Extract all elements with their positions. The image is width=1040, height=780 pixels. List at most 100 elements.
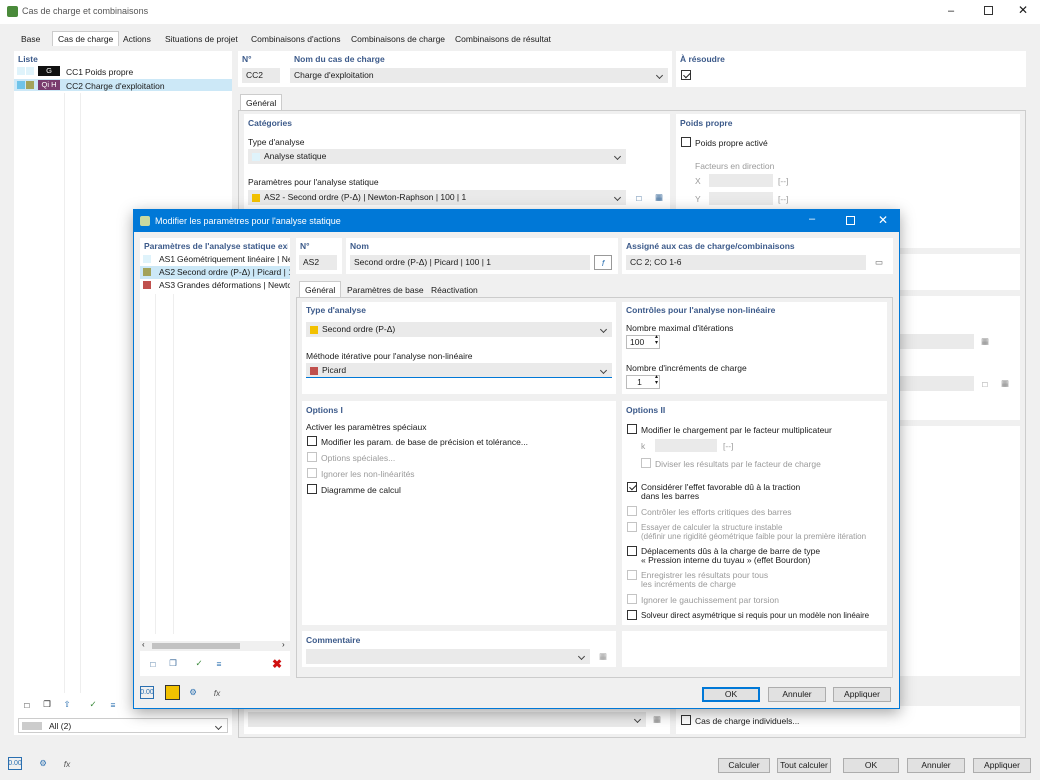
- individual-cases-checkbox[interactable]: [681, 715, 691, 725]
- horizontal-scrollbar[interactable]: ‹ ›: [140, 640, 290, 651]
- maximize-icon[interactable]: [984, 6, 993, 15]
- modify-precision-checkbox[interactable]: [307, 436, 317, 446]
- delete-icon[interactable]: ✖: [268, 656, 286, 671]
- dialog-close-icon[interactable]: ✕: [878, 213, 888, 227]
- modify-load-label: Modifier le chargement par le facteur mu…: [641, 425, 832, 435]
- color-swatch: [143, 268, 151, 276]
- close-icon[interactable]: ✕: [1018, 3, 1028, 17]
- structure-icon[interactable]: ⚙: [34, 756, 52, 771]
- tension-effect-checkbox[interactable]: [627, 482, 637, 492]
- iter-method-select[interactable]: Picard: [306, 363, 612, 378]
- formula-icon[interactable]: fx: [208, 685, 226, 700]
- assigned-field[interactable]: CC 2; CO 1-6: [626, 255, 866, 270]
- name-field[interactable]: Second ordre (P-Δ) | Picard | 100 | 1: [350, 255, 590, 270]
- list-item[interactable]: Qi H CC2 Charge d'exploitation: [14, 79, 232, 91]
- tab-base-params[interactable]: Paramètres de base: [342, 283, 429, 297]
- list-item[interactable]: AS1 Géométriquement linéaire | Ne: [140, 253, 290, 266]
- structure-icon[interactable]: ⚙: [184, 685, 202, 700]
- list-item-code: AS1: [159, 254, 176, 264]
- units-icon[interactable]: 0.00: [140, 686, 154, 699]
- scroll-right-icon[interactable]: ›: [282, 640, 285, 649]
- ignore-nonlinear-checkbox[interactable]: [307, 468, 317, 478]
- edit-icon[interactable]: ▦: [976, 334, 994, 349]
- tab-general[interactable]: Général: [299, 281, 342, 297]
- tab-actions[interactable]: Actions: [118, 32, 156, 46]
- minimize-icon[interactable]: –: [948, 5, 954, 17]
- tab-reactivation[interactable]: Réactivation: [426, 283, 483, 297]
- tab-design-situations[interactable]: Situations de projet: [160, 32, 243, 46]
- assigned-panel: Assigné aux cas de charge/combinaisons C…: [622, 238, 893, 274]
- filter-select[interactable]: All (2): [18, 718, 228, 733]
- calculate-button[interactable]: Calculer: [718, 758, 770, 773]
- load-incr-stepper[interactable]: 1: [626, 374, 660, 389]
- bottom-edit-icon[interactable]: ▦: [648, 712, 666, 727]
- list-item[interactable]: AS2 Second ordre (P-Δ) | Picard | 10: [140, 266, 290, 279]
- comment-select[interactable]: [306, 649, 590, 664]
- new-item-icon[interactable]: □: [18, 697, 36, 712]
- bourdon-effect-checkbox[interactable]: [627, 546, 637, 556]
- uncheck-all-icon[interactable]: ≡: [104, 697, 122, 712]
- name-select[interactable]: Charge d'exploitation: [290, 68, 668, 83]
- analysis-type-select[interactable]: Analyse statique: [248, 149, 626, 164]
- static-params-select[interactable]: AS2 - Second ordre (P-Δ) | Newton-Raphso…: [248, 190, 626, 205]
- modify-load-checkbox[interactable]: [627, 424, 637, 434]
- apply-button[interactable]: Appliquer: [973, 758, 1031, 773]
- ignore-nonlinear-label: Ignorer les non-linéarités: [321, 469, 415, 479]
- calc-diagram-checkbox[interactable]: [307, 484, 317, 494]
- dialog-ok-button[interactable]: OK: [702, 687, 760, 702]
- dialog-maximize-icon[interactable]: [846, 216, 855, 225]
- cancel-button[interactable]: Annuler: [907, 758, 965, 773]
- bottom-select[interactable]: [248, 712, 646, 727]
- comment-edit-icon[interactable]: ▦: [594, 649, 612, 664]
- load-incr-label: Nombre d'incréments de charge: [626, 363, 747, 373]
- units-icon[interactable]: 0.00: [8, 757, 22, 770]
- tab-load-combinations[interactable]: Combinaisons de charge: [346, 32, 450, 46]
- scroll-left-icon[interactable]: ‹: [142, 640, 145, 649]
- no-field[interactable]: CC2: [242, 68, 280, 83]
- tab-action-combinations[interactable]: Combinaisons d'actions: [246, 32, 346, 46]
- direct-solver-checkbox[interactable]: [627, 610, 637, 620]
- tab-load-cases[interactable]: Cas de charge: [52, 31, 120, 46]
- action-tag: G: [38, 66, 60, 76]
- edit-params-icon[interactable]: ▦: [650, 190, 668, 205]
- unstable-structure-checkbox[interactable]: [627, 522, 637, 532]
- save-increments-checkbox[interactable]: [627, 570, 637, 580]
- iter-method-label: Méthode itérative pour l'analyse non-lin…: [306, 351, 473, 361]
- import-icon[interactable]: ⇧: [58, 697, 76, 712]
- tab-result-combinations[interactable]: Combinaisons de résultat: [450, 32, 556, 46]
- edit-name-icon[interactable]: f: [594, 255, 612, 270]
- new-item-icon[interactable]: □: [144, 656, 162, 671]
- uncheck-all-icon[interactable]: ≡: [210, 656, 228, 671]
- dialog-apply-button[interactable]: Appliquer: [833, 687, 891, 702]
- check-all-icon[interactable]: ✓: [84, 697, 102, 712]
- tab-general[interactable]: Général: [240, 94, 283, 110]
- critical-forces-checkbox[interactable]: [627, 506, 637, 516]
- no-field[interactable]: AS2: [299, 255, 337, 270]
- scrollbar-thumb[interactable]: [152, 643, 240, 649]
- divide-results-checkbox[interactable]: [641, 458, 651, 468]
- color-icon[interactable]: [165, 685, 180, 700]
- edit-icon[interactable]: ▦: [996, 376, 1014, 391]
- resolve-checkbox[interactable]: [681, 70, 691, 80]
- tab-base[interactable]: Base: [16, 32, 45, 46]
- ignore-warping-checkbox[interactable]: [627, 594, 637, 604]
- list-item[interactable]: AS3 Grandes déformations | Newtc: [140, 279, 290, 292]
- check-all-icon[interactable]: ✓: [190, 656, 208, 671]
- dialog-cancel-button[interactable]: Annuler: [768, 687, 826, 702]
- assign-icon[interactable]: ▭: [870, 255, 888, 270]
- analysis-type-select[interactable]: Second ordre (P-Δ): [306, 322, 612, 337]
- formula-icon[interactable]: fx: [58, 756, 76, 771]
- new-params-icon[interactable]: □: [630, 190, 648, 205]
- self-weight-checkbox[interactable]: [681, 137, 691, 147]
- copy-item-icon[interactable]: ❐: [38, 697, 56, 712]
- max-iter-stepper[interactable]: 100: [626, 334, 660, 349]
- ok-button[interactable]: OK: [843, 758, 899, 773]
- list-item[interactable]: G CC1 Poids propre: [14, 66, 232, 78]
- analysis-type-header: Type d'analyse: [306, 305, 366, 315]
- dialog-minimize-icon[interactable]: –: [809, 213, 815, 225]
- special-options-checkbox[interactable]: [307, 452, 317, 462]
- copy-item-icon[interactable]: ❐: [164, 656, 182, 671]
- new-icon[interactable]: □: [976, 376, 994, 391]
- calculate-all-button[interactable]: Tout calculer: [777, 758, 831, 773]
- filter-value: All (2): [49, 721, 72, 731]
